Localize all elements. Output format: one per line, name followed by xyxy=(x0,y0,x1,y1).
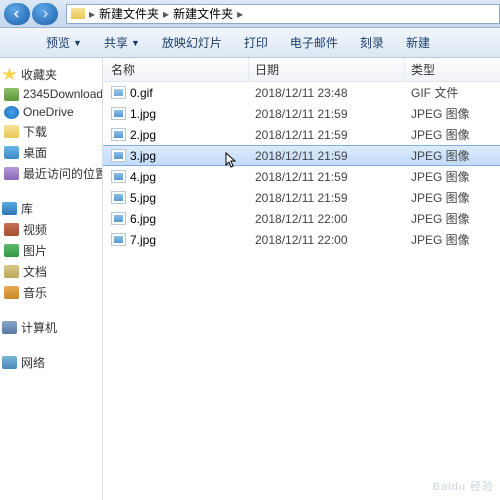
pictures-icon xyxy=(4,244,19,257)
recent-icon xyxy=(4,167,19,180)
breadcrumb-seg[interactable]: 新建文件夹 xyxy=(99,5,159,22)
main-area: 收藏夹 2345Downloads OneDrive 下载 桌面 最近访问的位置… xyxy=(0,58,500,500)
toolbar-share[interactable]: 共享▼ xyxy=(98,30,146,55)
file-name: 4.jpg xyxy=(130,170,156,184)
file-name: 2.jpg xyxy=(130,128,156,142)
file-type: JPEG 图像 xyxy=(405,210,500,227)
star-icon xyxy=(2,68,17,81)
titlebar: ▸ 新建文件夹 ▸ 新建文件夹 ▸ xyxy=(0,0,500,28)
jpg-file-icon xyxy=(111,149,126,162)
sidebar-item-pictures[interactable]: 图片 xyxy=(0,240,102,261)
music-icon xyxy=(4,286,19,299)
file-row[interactable]: 3.jpg 2018/12/11 21:59JPEG 图像 xyxy=(103,145,500,166)
computer-icon xyxy=(2,321,17,334)
jpg-file-icon xyxy=(111,233,126,246)
file-type: JPEG 图像 xyxy=(405,231,500,248)
toolbar-preview[interactable]: 预览▼ xyxy=(40,30,88,55)
download-icon xyxy=(4,88,19,101)
file-list: 0.gif 2018/12/11 23:48GIF 文件 1.jpg 2018/12/… xyxy=(103,82,500,250)
toolbar-print[interactable]: 打印 xyxy=(238,30,274,55)
onedrive-icon xyxy=(4,106,19,119)
file-row[interactable]: 0.gif 2018/12/11 23:48GIF 文件 xyxy=(103,82,500,103)
breadcrumb-seg[interactable]: 新建文件夹 xyxy=(173,5,233,22)
toolbar-newfolder[interactable]: 新建 xyxy=(400,30,436,55)
sidebar-item-downloads[interactable]: 2345Downloads xyxy=(0,85,102,103)
folder-icon xyxy=(4,125,19,138)
breadcrumb-sep: ▸ xyxy=(89,7,95,21)
file-type: GIF 文件 xyxy=(405,84,500,101)
sidebar-head-favorites[interactable]: 收藏夹 xyxy=(0,64,102,85)
jpg-file-icon xyxy=(111,212,126,225)
breadcrumb-sep: ▸ xyxy=(163,7,169,21)
jpg-file-icon xyxy=(111,107,126,120)
sidebar-item-onedrive[interactable]: OneDrive xyxy=(0,103,102,121)
column-header-name[interactable]: 名称 xyxy=(103,58,249,81)
file-name: 0.gif xyxy=(130,86,153,100)
column-header-type[interactable]: 类型 xyxy=(405,58,500,81)
file-type: JPEG 图像 xyxy=(405,189,500,206)
toolbar-burn[interactable]: 刻录 xyxy=(354,30,390,55)
sidebar-item-music[interactable]: 音乐 xyxy=(0,282,102,303)
chevron-down-icon: ▼ xyxy=(73,38,82,48)
file-row[interactable]: 6.jpg 2018/12/11 22:00JPEG 图像 xyxy=(103,208,500,229)
file-date: 2018/12/11 21:59 xyxy=(249,107,405,121)
folder-icon xyxy=(71,8,85,19)
watermark: Baidu 经验 xyxy=(433,478,494,494)
toolbar-email[interactable]: 电子邮件 xyxy=(284,30,344,55)
documents-icon xyxy=(4,265,19,278)
file-row[interactable]: 1.jpg 2018/12/11 21:59JPEG 图像 xyxy=(103,103,500,124)
gif-file-icon xyxy=(111,86,126,99)
file-name: 1.jpg xyxy=(130,107,156,121)
library-icon xyxy=(2,202,17,215)
nav-forward-button[interactable] xyxy=(32,3,58,25)
file-date: 2018/12/11 21:59 xyxy=(249,170,405,184)
file-row[interactable]: 2.jpg 2018/12/11 21:59JPEG 图像 xyxy=(103,124,500,145)
file-row[interactable]: 5.jpg 2018/12/11 21:59JPEG 图像 xyxy=(103,187,500,208)
sidebar: 收藏夹 2345Downloads OneDrive 下载 桌面 最近访问的位置… xyxy=(0,58,103,500)
sidebar-item-desktop[interactable]: 桌面 xyxy=(0,142,102,163)
sidebar-item-recent[interactable]: 最近访问的位置 xyxy=(0,163,102,184)
network-icon xyxy=(2,356,17,369)
toolbar: 预览▼ 共享▼ 放映幻灯片 打印 电子邮件 刻录 新建 xyxy=(0,28,500,58)
video-icon xyxy=(4,223,19,236)
sidebar-item-downloads2[interactable]: 下载 xyxy=(0,121,102,142)
sidebar-head-network[interactable]: 网络 xyxy=(0,352,102,373)
jpg-file-icon xyxy=(111,170,126,183)
breadcrumb-sep: ▸ xyxy=(237,7,243,21)
jpg-file-icon xyxy=(111,191,126,204)
toolbar-slideshow[interactable]: 放映幻灯片 xyxy=(156,30,228,55)
sidebar-item-documents[interactable]: 文档 xyxy=(0,261,102,282)
chevron-down-icon: ▼ xyxy=(131,38,140,48)
file-date: 2018/12/11 22:00 xyxy=(249,212,405,226)
file-date: 2018/12/11 21:59 xyxy=(249,149,405,163)
breadcrumb[interactable]: ▸ 新建文件夹 ▸ 新建文件夹 ▸ xyxy=(66,4,500,24)
file-name: 7.jpg xyxy=(130,233,156,247)
file-name: 5.jpg xyxy=(130,191,156,205)
desktop-icon xyxy=(4,146,19,159)
file-row[interactable]: 4.jpg 2018/12/11 21:59JPEG 图像 xyxy=(103,166,500,187)
column-header-row: 名称 日期 类型 xyxy=(103,58,500,82)
file-row[interactable]: 7.jpg 2018/12/11 22:00JPEG 图像 xyxy=(103,229,500,250)
sidebar-item-video[interactable]: 视频 xyxy=(0,219,102,240)
file-date: 2018/12/11 22:00 xyxy=(249,233,405,247)
file-type: JPEG 图像 xyxy=(405,147,500,164)
file-type: JPEG 图像 xyxy=(405,126,500,143)
nav-back-button[interactable] xyxy=(4,3,30,25)
jpg-file-icon xyxy=(111,128,126,141)
file-pane: 名称 日期 类型 0.gif 2018/12/11 23:48GIF 文件 1.jp… xyxy=(103,58,500,500)
file-date: 2018/12/11 21:59 xyxy=(249,128,405,142)
file-type: JPEG 图像 xyxy=(405,105,500,122)
column-header-date[interactable]: 日期 xyxy=(249,58,405,81)
file-name: 6.jpg xyxy=(130,212,156,226)
file-name: 3.jpg xyxy=(130,149,156,163)
sidebar-head-computer[interactable]: 计算机 xyxy=(0,317,102,338)
file-date: 2018/12/11 23:48 xyxy=(249,86,405,100)
file-type: JPEG 图像 xyxy=(405,168,500,185)
sidebar-head-library[interactable]: 库 xyxy=(0,198,102,219)
file-date: 2018/12/11 21:59 xyxy=(249,191,405,205)
